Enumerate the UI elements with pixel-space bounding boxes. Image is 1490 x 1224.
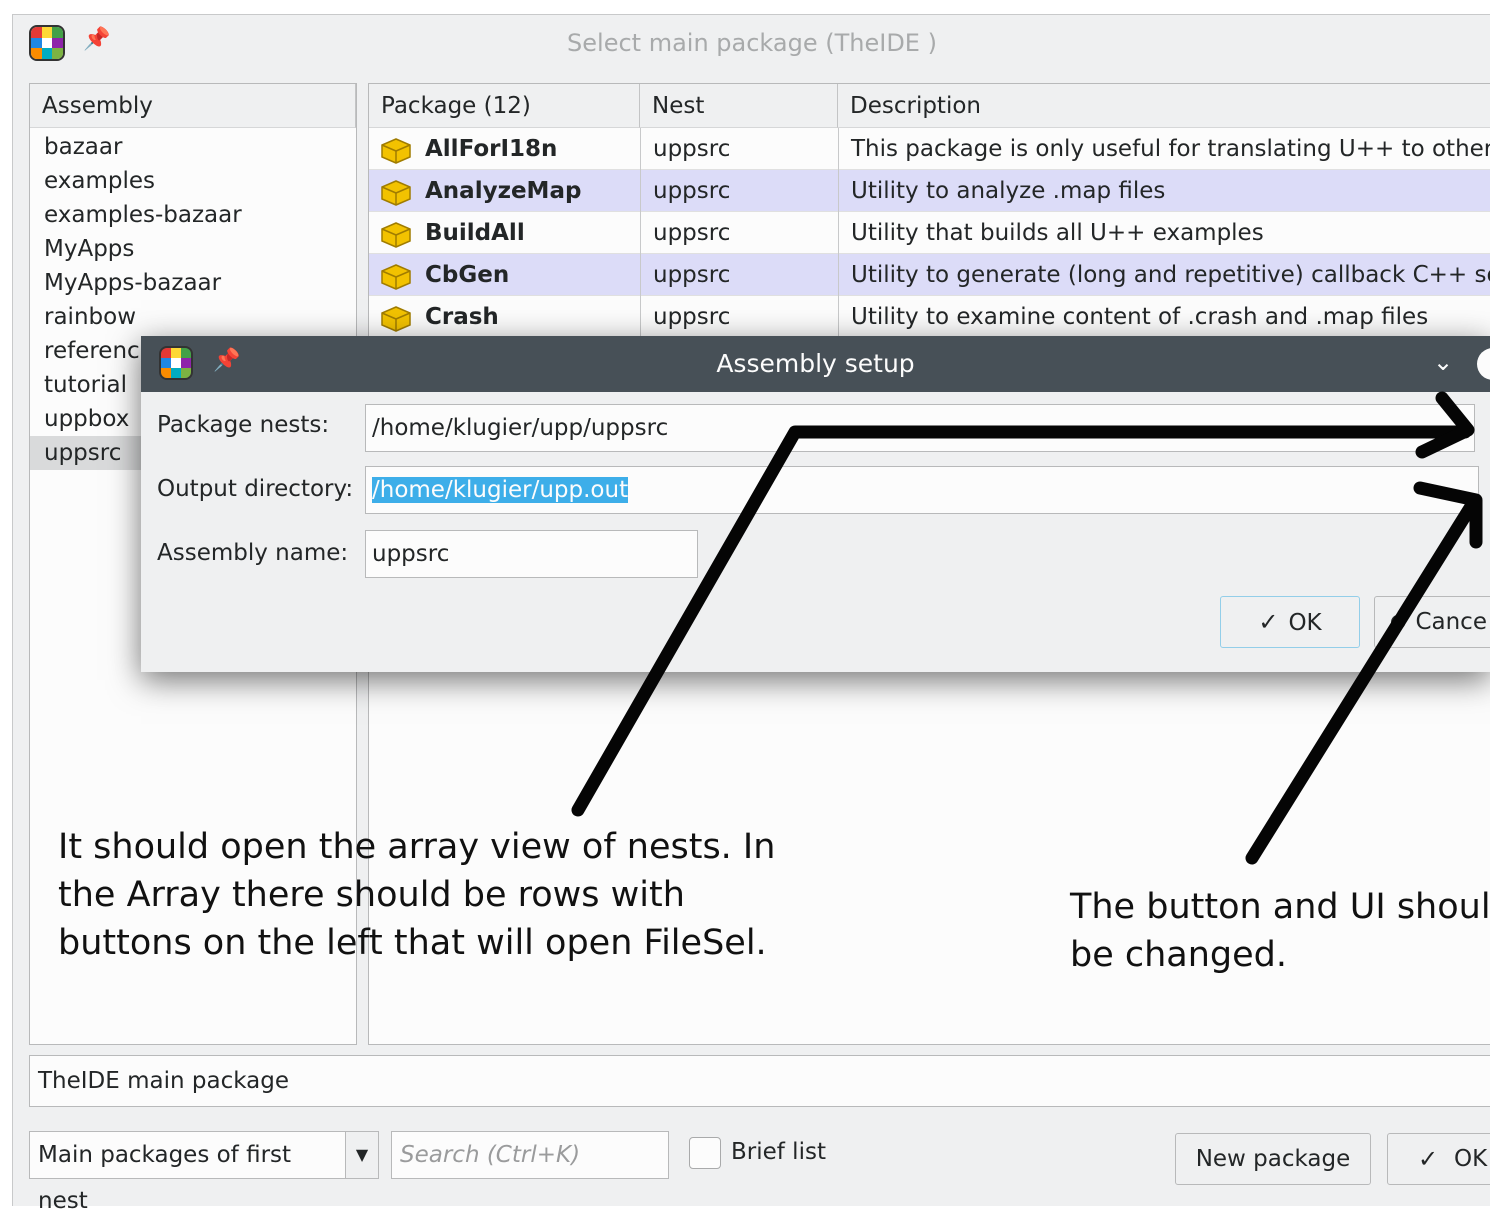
annotation-note-array-view: It should open the array view of nests. … — [58, 827, 776, 963]
arrow-to-output-button — [1245, 493, 1482, 865]
annotation-note-button-ui: The button and UI shoul be changed. — [1070, 887, 1490, 975]
arrow-head-1 — [1415, 391, 1475, 459]
annotation-arrows — [571, 391, 1483, 865]
arrow-to-nests-button — [571, 425, 1472, 817]
